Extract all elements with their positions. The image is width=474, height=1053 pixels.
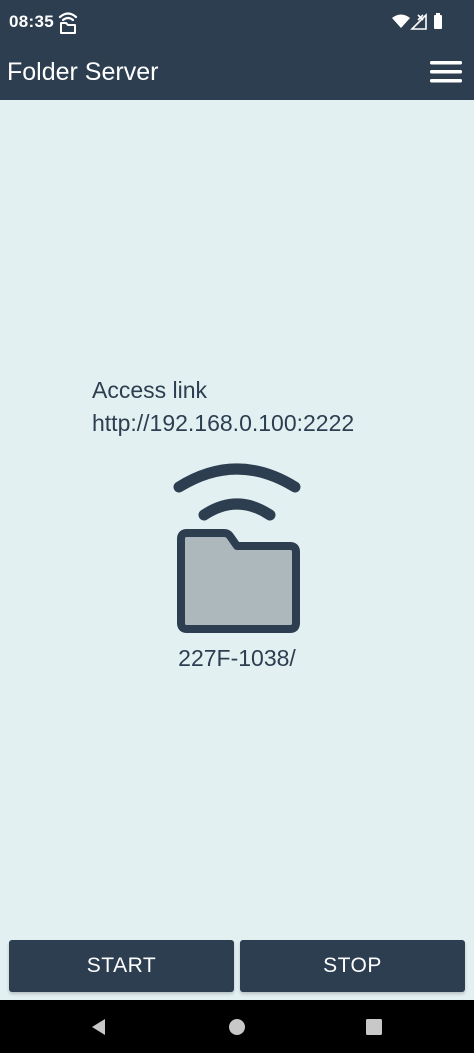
navigation-bar <box>0 1000 474 1053</box>
app-bar: Folder Server <box>0 44 474 100</box>
status-icons <box>390 12 450 32</box>
screen: 08:35 Folder Server Access link http://1… <box>0 0 474 1053</box>
battery-icon <box>434 13 442 29</box>
stop-button[interactable]: STOP <box>240 940 465 992</box>
shared-folder-icon <box>167 457 307 637</box>
start-button[interactable]: START <box>9 940 234 992</box>
home-button[interactable] <box>224 1014 250 1040</box>
home-icon <box>229 1019 245 1035</box>
access-link-label: Access link <box>92 377 208 403</box>
menu-button[interactable] <box>426 52 466 92</box>
main-content: Access link http://192.168.0.100:2222 22… <box>0 100 474 1000</box>
access-link-url[interactable]: http://192.168.0.100:2222 <box>92 410 354 437</box>
back-button[interactable] <box>86 1014 112 1040</box>
wifi-icon <box>392 14 410 28</box>
no-signal-icon <box>410 13 427 30</box>
status-bar: 08:35 <box>0 0 474 44</box>
wifi-share-icon <box>58 10 78 34</box>
hamburger-menu-icon <box>430 61 462 83</box>
recents-button[interactable] <box>361 1014 387 1040</box>
app-title: Folder Server <box>7 58 159 86</box>
folder-path: 227F-1038/ <box>178 645 296 671</box>
back-icon <box>92 1019 105 1035</box>
status-time: 08:35 <box>9 12 54 31</box>
recents-icon <box>366 1019 382 1035</box>
